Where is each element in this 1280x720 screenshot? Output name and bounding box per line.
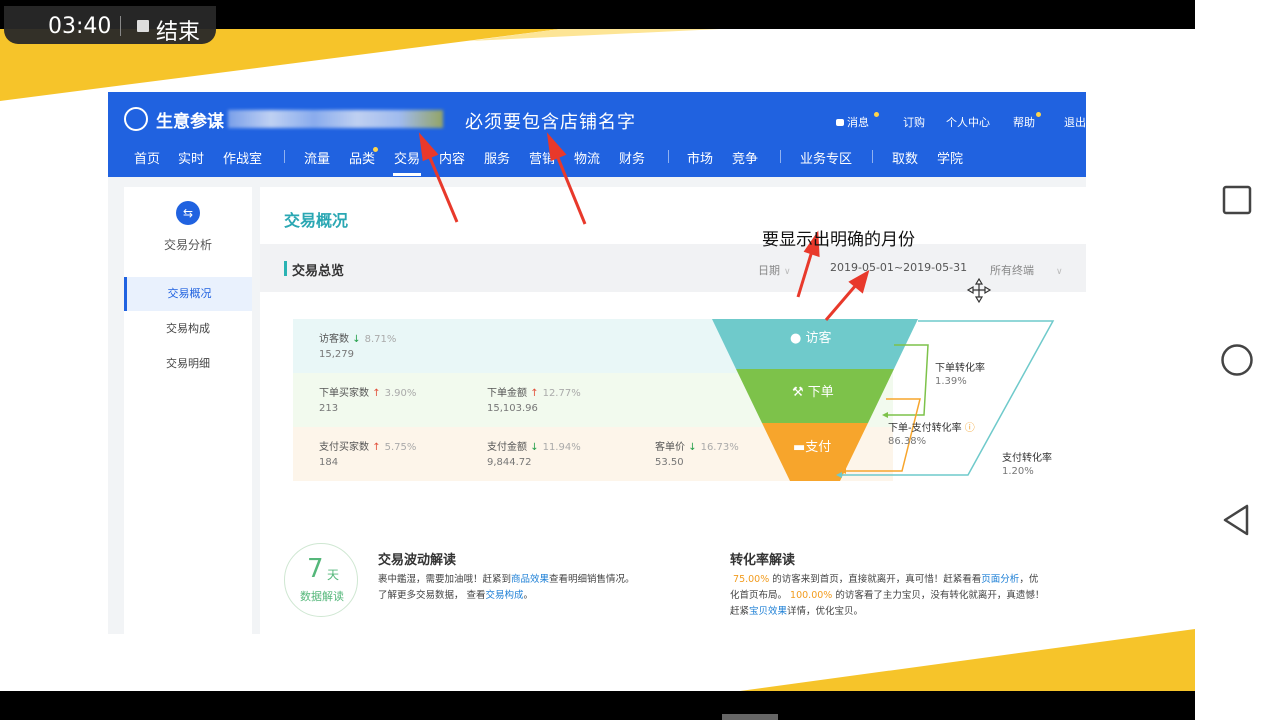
video-frame: 生意参谋 必须要包含店铺名字 消息 订购 个人中心 帮助 退出 首页 实时 作战…	[0, 29, 1195, 691]
annotation-month: 要显示出明确的月份	[762, 230, 915, 250]
screen: 生意参谋 必须要包含店铺名字 消息 订购 个人中心 帮助 退出 首页 实时 作战…	[0, 0, 1280, 720]
video-progress-indicator	[722, 714, 778, 720]
stop-icon	[137, 20, 149, 32]
red-arrow-head	[418, 132, 439, 162]
android-nav-bar	[1195, 0, 1280, 720]
red-arrow	[796, 250, 814, 298]
clock-time: 03:40	[48, 14, 112, 39]
move-cursor-icon	[966, 277, 992, 304]
annotation-arrows	[418, 132, 992, 321]
red-arrow	[554, 152, 587, 225]
divider	[120, 16, 121, 36]
recent-apps-icon[interactable]	[1215, 178, 1259, 222]
recording-status-pill[interactable]: 03:40 结束	[4, 6, 216, 45]
end-recording-label: 结束	[156, 20, 201, 45]
red-arrow	[824, 284, 858, 321]
red-arrow-head	[546, 132, 567, 162]
red-arrow	[426, 152, 459, 223]
back-icon[interactable]	[1215, 498, 1259, 542]
home-icon[interactable]	[1215, 338, 1259, 382]
